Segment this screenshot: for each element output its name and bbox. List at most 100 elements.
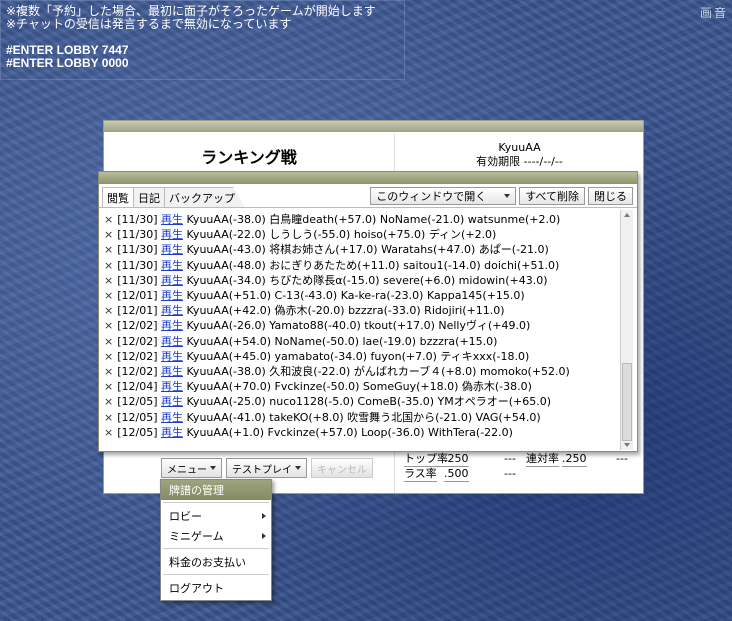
entry-scores: KyuuAA(-34.0) ちびため隊長α(-15.0) severe(+6.0…	[186, 273, 548, 287]
delete-icon[interactable]: ×	[104, 274, 113, 287]
play-link[interactable]: 再生	[161, 228, 183, 241]
paifu-tabs: 閲覧 日記 バックアップ	[102, 187, 245, 207]
stat-dash: ---	[504, 452, 516, 465]
entry-date: [12/02]	[117, 349, 158, 363]
delete-icon[interactable]: ×	[104, 259, 113, 272]
entry-scores: KyuuAA(-26.0) Yamato88(-40.0) tkout(+17.…	[186, 319, 531, 333]
stat-label: ラス率	[404, 467, 437, 482]
entry-scores: KyuuAA(-43.0) 将棋お姉さん(+17.0) Waratahs(+47…	[186, 243, 549, 257]
play-link[interactable]: 再生	[161, 426, 183, 439]
entry-date: [12/05]	[117, 410, 158, 424]
play-link[interactable]: 再生	[161, 350, 183, 363]
entry-date: [12/02]	[117, 334, 158, 348]
play-link[interactable]: 再生	[161, 289, 183, 302]
entry-date: [12/02]	[117, 319, 158, 333]
entry-scores: KyuuAA(-48.0) おにぎりあたため(+11.0) saitou1(-1…	[186, 258, 560, 272]
entry-scores: KyuuAA(+54.0) NoName(-50.0) lae(-19.0) b…	[186, 334, 498, 348]
tab-view[interactable]: 閲覧	[102, 187, 134, 207]
list-item: × [12/01] 再生 KyuuAA(+51.0) C-13(-43.0) Ka…	[104, 288, 622, 303]
entry-date: [11/30]	[117, 213, 158, 226]
scroll-up-icon[interactable]	[624, 213, 630, 217]
delete-icon[interactable]: ×	[104, 213, 113, 226]
test-play-button[interactable]: テストプレイ	[226, 458, 307, 478]
delete-icon[interactable]: ×	[104, 426, 113, 439]
entry-date: [12/02]	[117, 365, 158, 379]
paifu-titlebar[interactable]	[99, 172, 637, 184]
notice-line: ※チャットの受信は発言するまで無効になっています	[6, 17, 292, 31]
menu-item-payment[interactable]: 料金のお支払い	[161, 552, 271, 572]
cancel-button[interactable]: キャンセル	[311, 458, 373, 478]
list-item: × [12/02] 再生 KyuuAA(-26.0) Yamato88(-40.0…	[104, 318, 622, 333]
menu-button[interactable]: メニュー	[161, 458, 222, 478]
delete-icon[interactable]: ×	[104, 335, 113, 348]
entry-date: [12/04]	[117, 380, 158, 394]
entry-scores: KyuuAA(+45.0) yamabato(-34.0) fuyon(+7.0…	[186, 349, 530, 363]
entry-scores: KyuuAA(-38.0) 久和波良(-22.0) がんばれカーブ４(+8.0)…	[186, 365, 570, 379]
list-item: × [12/05] 再生 KyuuAA(-25.0) nuco1128(-5.0)…	[104, 394, 622, 409]
play-link[interactable]: 再生	[161, 365, 183, 378]
entry-scores: KyuuAA(-38.0) 白鳥瞳death(+57.0) NoName(-21…	[186, 213, 561, 226]
entry-date: [12/05]	[117, 395, 158, 409]
play-link[interactable]: 再生	[161, 411, 183, 424]
tab-backup[interactable]: バックアップ	[164, 187, 245, 207]
menu-button-label: メニュー	[167, 464, 207, 476]
ranking-titlebar	[104, 121, 643, 132]
delete-icon[interactable]: ×	[104, 289, 113, 302]
menu-item-label: ミニゲーム	[169, 530, 224, 543]
entry-date: [11/30]	[117, 243, 158, 257]
delete-icon[interactable]: ×	[104, 228, 113, 241]
entry-scores: KyuuAA(+70.0) Fvckinze(-50.0) SomeGuy(+1…	[186, 380, 532, 394]
delete-icon[interactable]: ×	[104, 319, 113, 332]
delete-icon[interactable]: ×	[104, 350, 113, 363]
list-item: × [11/30] 再生 KyuuAA(-43.0) 将棋お姉さん(+17.0) …	[104, 242, 622, 257]
open-mode-value: このウィンドウで開く	[376, 190, 487, 203]
stat-label: 連対率	[526, 452, 559, 467]
delete-all-button[interactable]: すべて削除	[519, 187, 585, 205]
menu-item-logout[interactable]: ログアウト	[161, 578, 271, 598]
delete-icon[interactable]: ×	[104, 395, 113, 408]
play-link[interactable]: 再生	[161, 304, 183, 317]
stat-label: トップ率	[404, 452, 448, 467]
entry-scores: KyuuAA(+42.0) 偽赤木(-20.0) bzzzra(-33.0) R…	[186, 304, 505, 318]
play-link[interactable]: 再生	[161, 319, 183, 332]
delete-icon[interactable]: ×	[104, 304, 113, 317]
menu-item-lobby[interactable]: ロビー	[161, 506, 271, 526]
delete-icon[interactable]: ×	[104, 380, 113, 393]
paifu-window: 閲覧 日記 バックアップ このウィンドウで開く すべて削除 閉じる × [11/3…	[98, 171, 638, 452]
entry-scores: KyuuAA(-25.0) nuco1128(-5.0) ComeB(-35.0…	[186, 395, 552, 409]
menu-item-minigame[interactable]: ミニゲーム	[161, 526, 271, 546]
scroll-down-icon[interactable]	[624, 443, 630, 447]
play-link[interactable]: 再生	[161, 380, 183, 393]
play-link[interactable]: 再生	[161, 274, 183, 287]
stat-dash: ---	[616, 452, 628, 465]
play-link[interactable]: 再生	[161, 213, 183, 226]
menu-separator	[163, 502, 269, 503]
delete-icon[interactable]: ×	[104, 365, 113, 378]
entry-scores: KyuuAA(-22.0) しうしう(-55.0) hoiso(+75.0) デ…	[186, 228, 497, 242]
entry-scores: KyuuAA(+51.0) C-13(-43.0) Ka-ke-ra(-23.0…	[186, 289, 525, 303]
corner-label[interactable]: 画音	[700, 4, 728, 21]
close-button[interactable]: 閉じる	[588, 187, 633, 205]
test-play-label: テストプレイ	[232, 464, 292, 476]
list-item: × [12/05] 再生 KyuuAA(+1.0) Fvckinze(+57.0)…	[104, 425, 622, 440]
stat-value: .250	[444, 452, 469, 467]
chevron-down-icon	[295, 466, 301, 470]
entry-date: [12/05]	[117, 425, 158, 439]
entry-date: [11/30]	[117, 273, 158, 287]
chevron-right-icon	[262, 533, 266, 539]
list-item: × [12/02] 再生 KyuuAA(-38.0) 久和波良(-22.0) がん…	[104, 364, 622, 379]
play-link[interactable]: 再生	[161, 259, 183, 272]
scrollbar[interactable]	[620, 210, 633, 450]
list-item: × [12/01] 再生 KyuuAA(+42.0) 偽赤木(-20.0) bzz…	[104, 303, 622, 318]
play-link[interactable]: 再生	[161, 395, 183, 408]
entry-scores: KyuuAA(-41.0) takeKO(+8.0) 吹雪舞う北国から(-21.…	[186, 410, 541, 424]
tab-diary[interactable]: 日記	[133, 187, 165, 207]
tab-underline	[99, 207, 637, 208]
delete-icon[interactable]: ×	[104, 411, 113, 424]
open-mode-select[interactable]: このウィンドウで開く	[370, 187, 517, 205]
delete-icon[interactable]: ×	[104, 243, 113, 256]
menu-item-paifu[interactable]: 牌譜の管理	[161, 480, 271, 500]
play-link[interactable]: 再生	[161, 243, 183, 256]
play-link[interactable]: 再生	[161, 335, 183, 348]
scrollbar-thumb[interactable]	[622, 363, 632, 441]
